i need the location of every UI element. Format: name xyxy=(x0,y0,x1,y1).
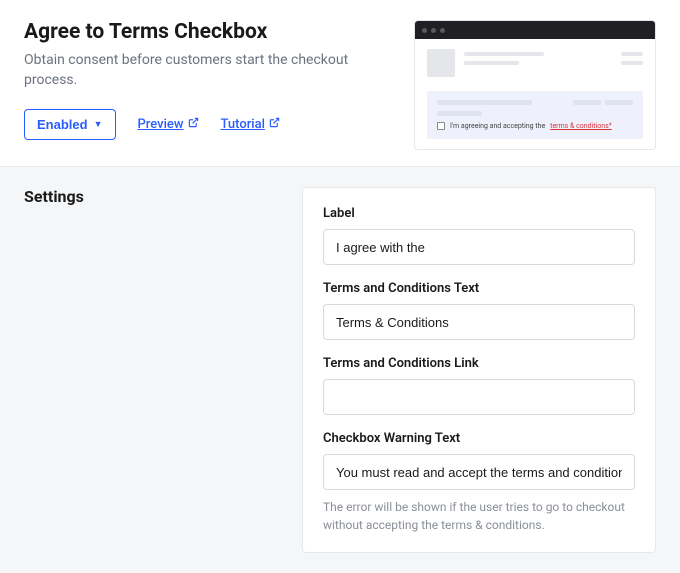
enabled-dropdown-button[interactable]: Enabled ▼ xyxy=(24,109,116,140)
settings-section: Settings Label Terms and Conditions Text… xyxy=(0,167,680,573)
field-terms-text: Terms and Conditions Text xyxy=(323,281,635,340)
preview-text-placeholder xyxy=(464,52,544,56)
page-subtitle: Obtain consent before customers start th… xyxy=(24,50,390,91)
preview-body: I'm agreeing and accepting the terms & c… xyxy=(415,39,655,149)
terms-link-input[interactable] xyxy=(323,379,635,415)
header-actions: Enabled ▼ Preview Tutorial xyxy=(24,109,390,140)
tutorial-link-label: Tutorial xyxy=(221,117,265,132)
settings-card: Label Terms and Conditions Text Terms an… xyxy=(302,187,656,553)
enabled-label: Enabled xyxy=(37,117,88,132)
preview-consent-panel: I'm agreeing and accepting the terms & c… xyxy=(427,91,643,139)
chevron-down-icon: ▼ xyxy=(94,119,103,129)
preview-text-placeholder xyxy=(464,61,519,65)
header-card: Agree to Terms Checkbox Obtain consent b… xyxy=(0,0,680,167)
header-content: Agree to Terms Checkbox Obtain consent b… xyxy=(24,20,390,140)
page-title: Agree to Terms Checkbox xyxy=(24,20,390,44)
preview-text-placeholder xyxy=(621,52,643,56)
field-terms-link: Terms and Conditions Link xyxy=(323,356,635,415)
label-label: Label xyxy=(323,206,635,221)
preview-link-label: Preview xyxy=(138,117,184,132)
warning-text-label: Checkbox Warning Text xyxy=(323,431,635,446)
terms-text-input[interactable] xyxy=(323,304,635,340)
preview-checkbox-icon xyxy=(437,122,445,130)
preview-text-placeholder xyxy=(437,100,532,105)
preview-thumbnail: I'm agreeing and accepting the terms & c… xyxy=(414,20,656,150)
preview-image-placeholder xyxy=(427,49,455,77)
preview-button-placeholder xyxy=(605,100,633,105)
preview-consent-text: I'm agreeing and accepting the xyxy=(450,122,545,130)
external-link-icon xyxy=(188,117,199,132)
external-link-icon xyxy=(269,117,280,132)
settings-sidebar: Settings xyxy=(24,187,282,206)
preview-link[interactable]: Preview xyxy=(138,117,199,132)
preview-window-titlebar xyxy=(415,21,655,39)
terms-text-label: Terms and Conditions Text xyxy=(323,281,635,296)
field-warning-text: Checkbox Warning Text The error will be … xyxy=(323,431,635,534)
preview-text-placeholder xyxy=(437,111,482,116)
field-label: Label xyxy=(323,206,635,265)
label-input[interactable] xyxy=(323,229,635,265)
preview-text-placeholder xyxy=(621,61,643,65)
warning-help-text: The error will be shown if the user trie… xyxy=(323,498,635,534)
tutorial-link[interactable]: Tutorial xyxy=(221,117,280,132)
terms-link-label: Terms and Conditions Link xyxy=(323,356,635,371)
section-title: Settings xyxy=(24,187,282,206)
warning-text-input[interactable] xyxy=(323,454,635,490)
preview-consent-link: terms & conditions* xyxy=(550,122,612,130)
preview-button-placeholder xyxy=(573,100,601,105)
